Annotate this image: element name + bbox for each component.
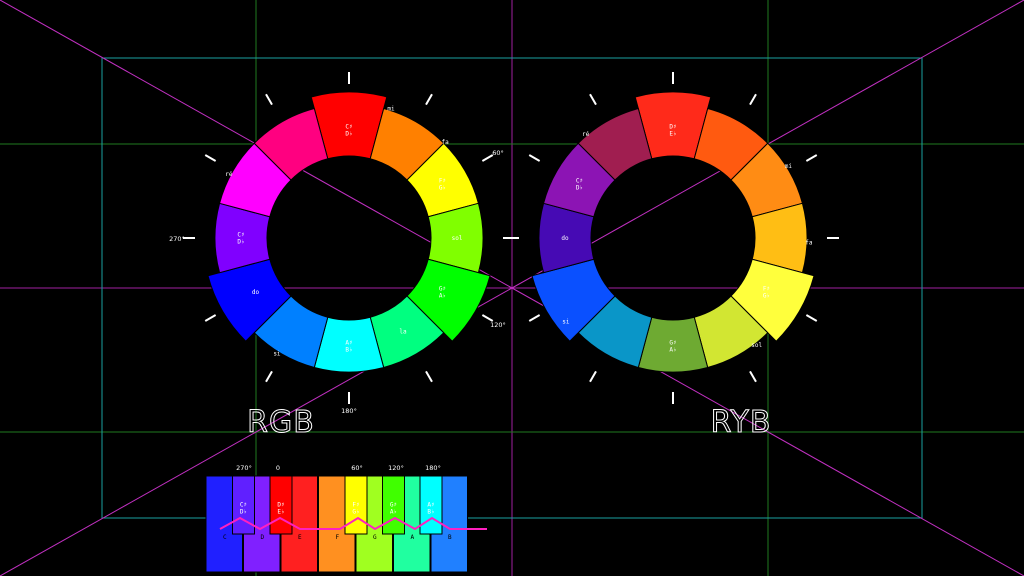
ryb-segment-label: F♯: [763, 286, 770, 293]
rgb-segment-label: C♯: [345, 124, 352, 131]
ryb-segment-label: G♯: [669, 340, 676, 347]
ryb-segment-label: do: [561, 235, 569, 242]
keyboard-degree-labels: 270° 0 60° 120° 180°: [236, 464, 441, 472]
rgb-segment-label: la: [399, 329, 407, 336]
white-key-note: G: [373, 534, 377, 541]
ryb-note-label: mi: [785, 163, 793, 170]
rgb-segment-label: F♯: [439, 178, 446, 185]
rgb-segment-label: C♯: [237, 232, 244, 239]
black-key-label: E♭: [277, 509, 284, 516]
ryb-tick: [528, 154, 541, 162]
rgb-degree-label: 270°: [169, 235, 185, 243]
ryb-tick: [749, 370, 757, 383]
white-key-note: A: [410, 534, 414, 541]
keyboard-degree-label: 180°: [425, 464, 441, 472]
rgb-segment-label: G♭: [439, 185, 446, 192]
ryb-note-label: fa: [805, 240, 813, 247]
black-key-label: F♯: [352, 502, 359, 509]
white-key-note: B: [448, 534, 452, 541]
color-music-diagram: C♯D♭F♯G♭solG♯A♭laA♯B♭doC♯D♭mifarési60°12…: [0, 0, 1024, 576]
rgb-note-label: mi: [387, 106, 395, 113]
white-key-note: D: [260, 534, 264, 541]
black-key-label: G♭: [352, 509, 359, 516]
black-key-label: G♯: [390, 502, 397, 509]
ryb-segment-label: D♭: [576, 185, 583, 192]
ryb-segment-label: E♭: [669, 131, 676, 138]
rgb-tick: [204, 314, 217, 322]
ryb-segment-label: G♭: [763, 293, 770, 300]
ryb-tick: [589, 370, 597, 383]
black-key-label: D♯: [277, 502, 284, 509]
ryb-tick: [589, 93, 597, 106]
rgb-segment-label: A♭: [439, 293, 446, 300]
rgb-tick: [265, 370, 273, 383]
black-key-label: B♭: [427, 509, 434, 516]
rgb-tick: [204, 154, 217, 162]
rgb-segment-label: G♯: [439, 286, 446, 293]
black-key-label: A♭: [390, 509, 397, 516]
rgb-degree-label: 180°: [341, 407, 357, 415]
white-key-note: E: [298, 534, 302, 541]
rgb-tick: [425, 370, 433, 383]
rgb-tick: [425, 93, 433, 106]
ryb-segment-label: C♯: [576, 178, 583, 185]
rgb-segment-label: do: [252, 289, 260, 296]
rgb-segment-label: A♯: [345, 340, 352, 347]
ryb-title: RYB: [711, 405, 772, 440]
keyboard-degree-label: 0: [276, 464, 280, 472]
white-key-note: C: [223, 534, 227, 541]
ryb-note-label: ré: [582, 131, 590, 138]
rgb-segment-label: D♭: [237, 239, 244, 246]
rgb-tick: [481, 154, 494, 162]
ryb-color-wheel: D♯E♭ F♯G♭ G♯A♭ do C♯D♭ mi fa sol si ré RYB: [507, 72, 839, 441]
guide-grid: [0, 0, 1024, 576]
ryb-note-label: si: [562, 319, 570, 326]
black-key-label: C♯: [240, 502, 247, 509]
black-key-label: D♭: [240, 509, 247, 516]
rgb-note-label: fa: [442, 139, 450, 146]
white-key-note: F: [335, 534, 339, 541]
ryb-tick: [805, 314, 818, 322]
rgb-segment-label: sol: [452, 235, 463, 242]
rgb-note-label: ré: [225, 171, 233, 178]
rgb-tick: [265, 93, 273, 106]
rgb-note-label: si: [273, 350, 281, 357]
ryb-tick: [749, 93, 757, 106]
rgb-degree-label: 120°: [490, 321, 506, 329]
rgb-segment-label: D♭: [345, 131, 352, 138]
rgb-color-wheel: C♯D♭F♯G♭solG♯A♭laA♯B♭doC♯D♭mifarési60°12…: [169, 72, 515, 441]
color-keyboard: 270° 0 60° 120° 180° CDEFGAB C♯D♭D♯E♭F♯G♭G♯A…: [205, 464, 487, 573]
keyboard-degree-label: 120°: [388, 464, 404, 472]
ryb-tick: [528, 314, 541, 322]
black-key-label: A♯: [427, 502, 434, 509]
rgb-degree-label: 60°: [492, 149, 504, 157]
ryb-tick: [805, 154, 818, 162]
rgb-segment-label: B♭: [345, 347, 352, 354]
ryb-note-label: sol: [751, 342, 762, 349]
keyboard-degree-label: 270°: [236, 464, 252, 472]
rgb-title: RGB: [247, 405, 315, 440]
ryb-segment-label: D♯: [669, 124, 676, 131]
ryb-segment-label: A♭: [669, 347, 676, 354]
keyboard-degree-label: 60°: [351, 464, 363, 472]
